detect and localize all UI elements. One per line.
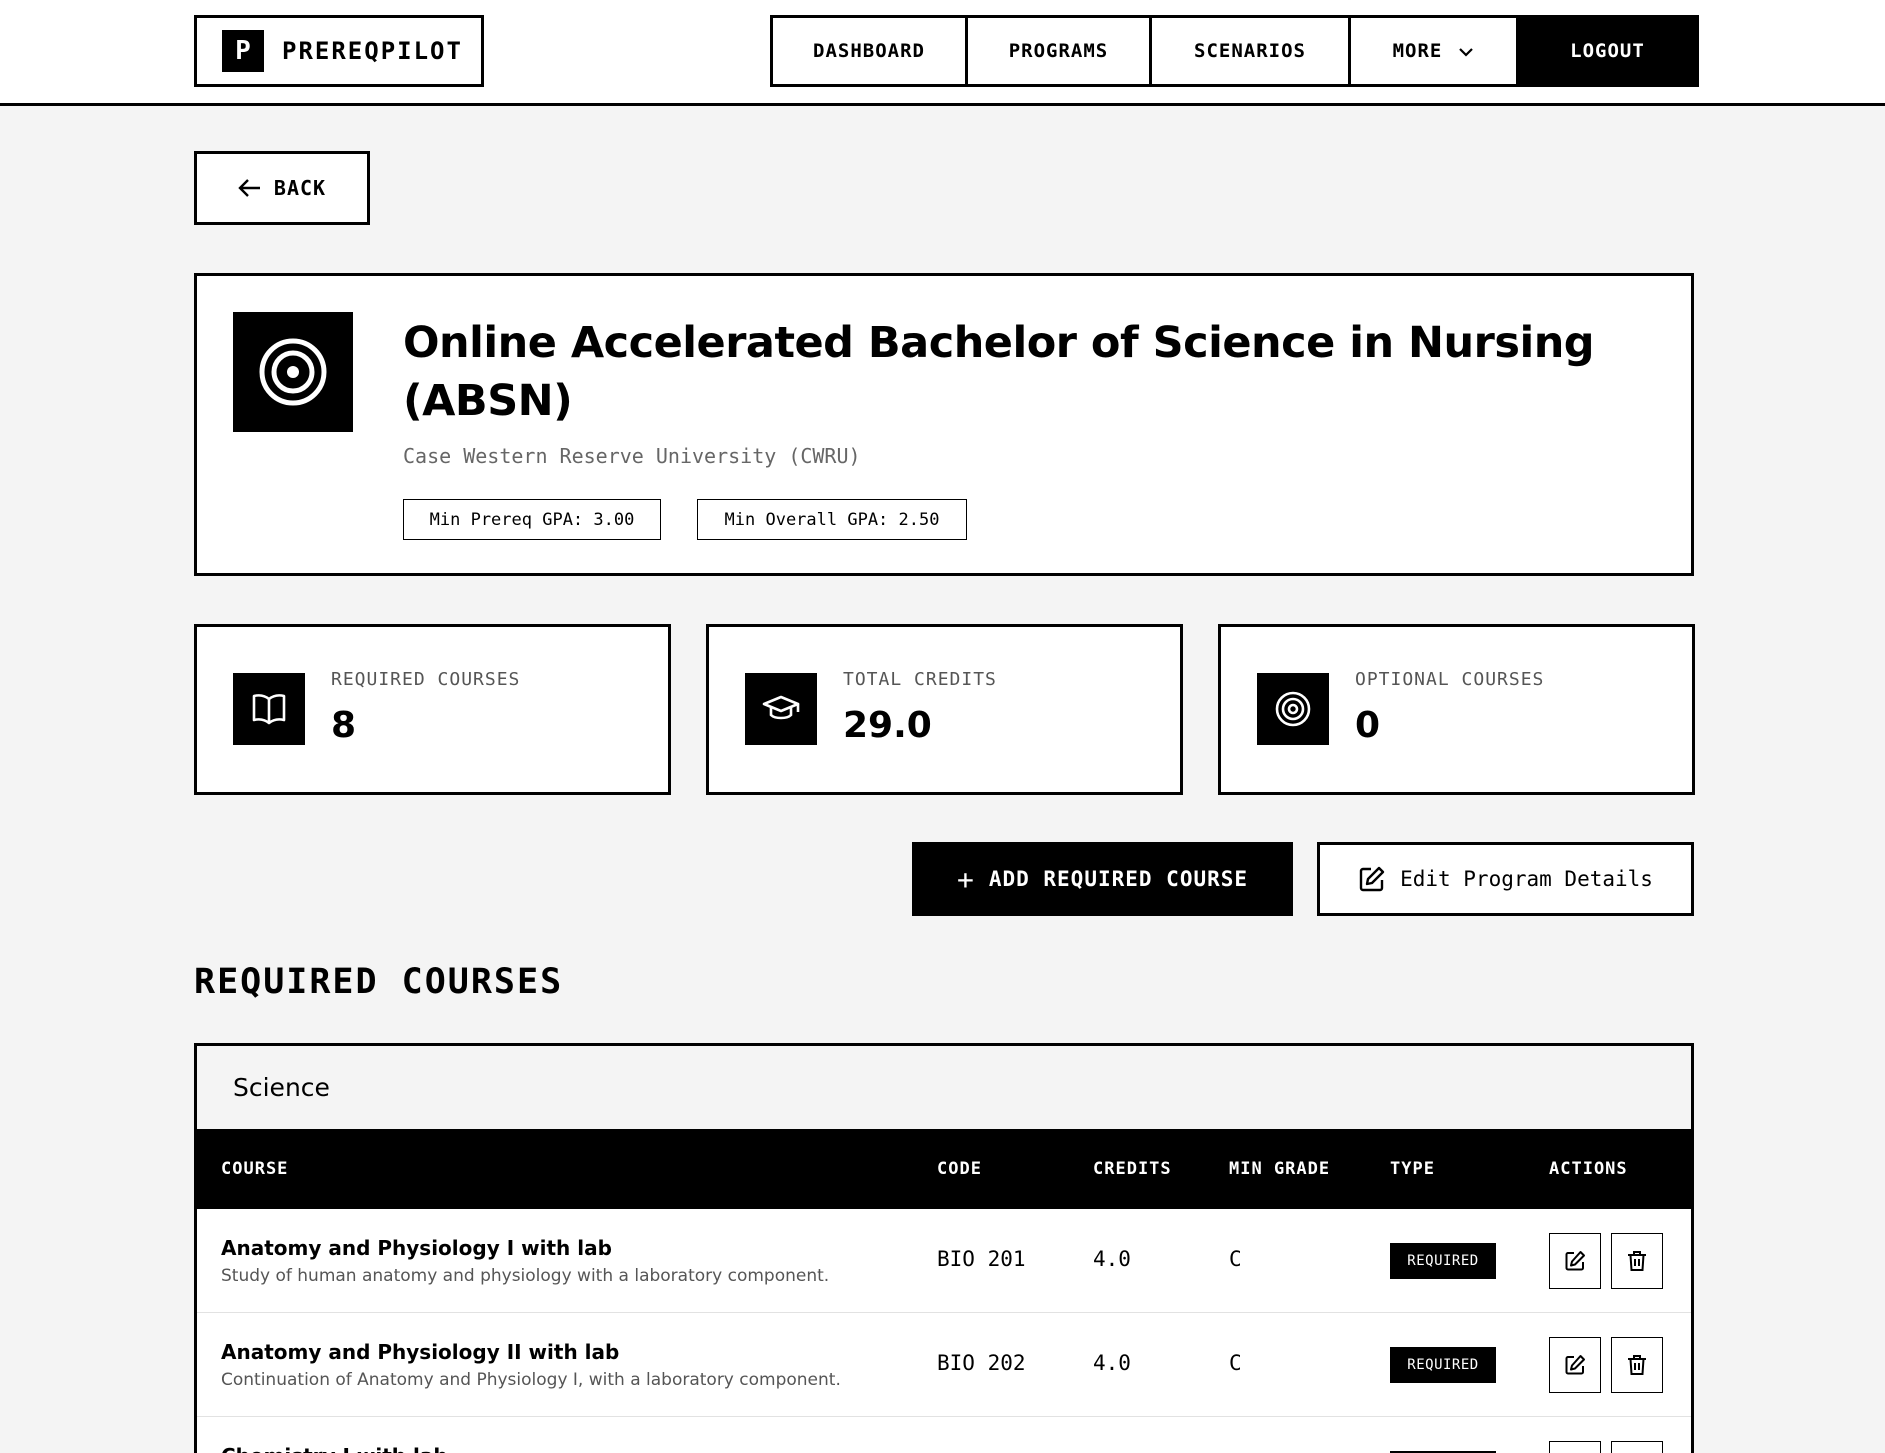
delete-course-button[interactable] (1611, 1441, 1663, 1453)
edit-icon (1565, 1251, 1585, 1271)
course-min-grade: C (1229, 1351, 1242, 1375)
program-school: Case Western Reserve University (CWRU) (403, 444, 861, 468)
column-header-actions: ACTIONS (1549, 1159, 1628, 1179)
course-name: Chemistry I with lab (221, 1444, 448, 1453)
column-header-min-grade: MIN GRADE (1229, 1159, 1331, 1179)
edit-course-button[interactable] (1549, 1337, 1601, 1393)
course-cell: Chemistry I with lab (221, 1444, 448, 1453)
brand-mark-icon: P (222, 30, 264, 72)
book-icon (233, 673, 305, 745)
nav-more[interactable]: MORE (1351, 18, 1519, 84)
column-header-credits: CREDITS (1093, 1159, 1172, 1179)
course-code: BIO 201 (937, 1247, 1026, 1271)
delete-course-button[interactable] (1611, 1337, 1663, 1393)
course-credits: 4.0 (1093, 1247, 1131, 1271)
program-card: Online Accelerated Bachelor of Science i… (194, 273, 1694, 576)
brand-name: PREREQPILOT (282, 37, 463, 65)
delete-course-button[interactable] (1611, 1233, 1663, 1289)
edit-program-details-label: Edit Program Details (1400, 867, 1653, 891)
top-header: P PREREQPILOT DASHBOARD PROGRAMS SCENARI… (0, 0, 1885, 106)
type-badge: REQUIRED (1390, 1243, 1496, 1279)
course-code: BIO 202 (937, 1351, 1026, 1375)
edit-icon (1565, 1355, 1585, 1375)
course-group-name: Science (197, 1046, 1691, 1129)
section-title: REQUIRED COURSES (194, 962, 564, 1002)
trash-icon (1628, 1251, 1646, 1271)
table-row: Anatomy and Physiology II with lab Conti… (197, 1313, 1691, 1417)
column-header-course: COURSE (221, 1159, 289, 1179)
stat-value: 0 (1355, 705, 1381, 746)
course-name: Anatomy and Physiology I with lab (221, 1236, 612, 1260)
nav-dashboard[interactable]: DASHBOARD (773, 18, 968, 84)
stat-label: OPTIONAL COURSES (1355, 669, 1545, 690)
graduation-cap-icon (745, 673, 817, 745)
course-credits: 4.0 (1093, 1351, 1131, 1375)
back-button[interactable]: BACK (194, 151, 370, 225)
column-header-code: CODE (937, 1159, 982, 1179)
stat-optional-courses: OPTIONAL COURSES 0 (1218, 624, 1695, 795)
logout-button[interactable]: LOGOUT (1519, 18, 1696, 84)
min-prereq-gpa-badge: Min Prereq GPA: 3.00 (403, 499, 661, 540)
course-name: Anatomy and Physiology II with lab (221, 1340, 620, 1364)
table-header: COURSE CODE CREDITS MIN GRADE TYPE ACTIO… (197, 1129, 1691, 1209)
course-cell: Anatomy and Physiology II with lab Conti… (221, 1340, 841, 1390)
target-icon (1257, 673, 1329, 745)
edit-program-details-button[interactable]: Edit Program Details (1317, 842, 1694, 916)
type-badge: REQUIRED (1390, 1347, 1496, 1383)
add-required-course-label: ADD REQUIRED COURSE (988, 867, 1249, 891)
course-min-grade: C (1229, 1247, 1242, 1271)
edit-course-button[interactable] (1549, 1233, 1601, 1289)
course-description: Continuation of Anatomy and Physiology I… (221, 1370, 841, 1390)
table-row: Anatomy and Physiology I with lab Study … (197, 1209, 1691, 1313)
add-required-course-button[interactable]: + ADD REQUIRED COURSE (912, 842, 1293, 916)
program-title: Online Accelerated Bachelor of Science i… (403, 318, 1595, 426)
target-icon (233, 312, 353, 432)
nav-more-label: MORE (1392, 40, 1443, 62)
brand-logo[interactable]: P PREREQPILOT (194, 15, 484, 87)
main-nav: DASHBOARD PROGRAMS SCENARIOS MORE LOGOUT (770, 15, 1699, 87)
nav-programs[interactable]: PROGRAMS (968, 18, 1152, 84)
stat-label: REQUIRED COURSES (331, 669, 521, 690)
stat-label: TOTAL CREDITS (843, 669, 997, 690)
course-cell: Anatomy and Physiology I with lab Study … (221, 1236, 829, 1286)
arrow-left-icon (238, 179, 260, 197)
trash-icon (1628, 1355, 1646, 1375)
edit-icon (1359, 866, 1385, 892)
chevron-down-icon (1458, 40, 1474, 62)
table-row: Chemistry I with lab REQUIRED (197, 1417, 1691, 1453)
stat-value: 8 (331, 705, 357, 746)
back-label: BACK (273, 176, 327, 200)
column-header-type: TYPE (1390, 1159, 1435, 1179)
course-group-card: Science COURSE CODE CREDITS MIN GRADE TY… (194, 1043, 1694, 1453)
stat-value: 29.0 (843, 705, 932, 746)
nav-scenarios[interactable]: SCENARIOS (1152, 18, 1351, 84)
edit-course-button[interactable] (1549, 1441, 1601, 1453)
course-description: Study of human anatomy and physiology wi… (221, 1266, 830, 1286)
stat-total-credits: TOTAL CREDITS 29.0 (706, 624, 1183, 795)
plus-icon: + (956, 862, 975, 896)
stat-required-courses: REQUIRED COURSES 8 (194, 624, 671, 795)
min-overall-gpa-badge: Min Overall GPA: 2.50 (697, 499, 967, 540)
